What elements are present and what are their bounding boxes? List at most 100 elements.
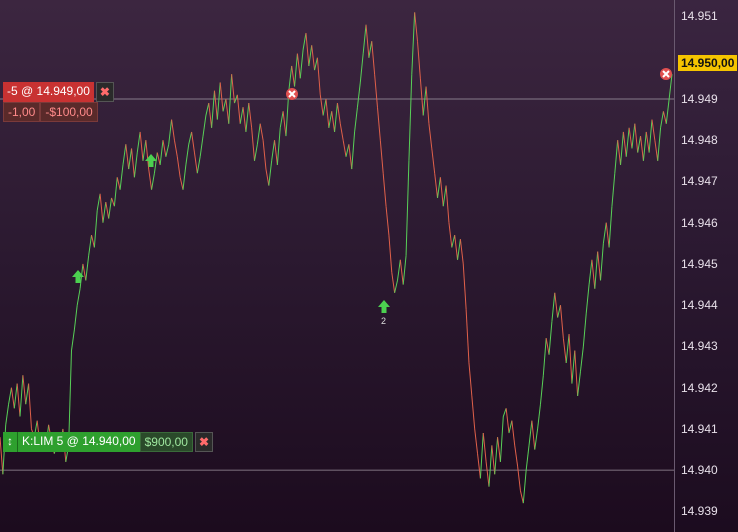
price-segment	[159, 140, 164, 166]
price-segment	[219, 82, 224, 112]
price-segment	[10, 387, 15, 409]
price-segment	[665, 98, 670, 124]
up-down-arrow-icon[interactable]: ↕	[3, 432, 18, 452]
price-segment	[113, 177, 118, 207]
price-segment	[8, 387, 12, 405]
price-segment	[191, 131, 195, 153]
price-segment	[557, 305, 561, 318]
price-segment	[602, 222, 607, 244]
price-segment	[262, 140, 267, 170]
price-segment	[316, 57, 321, 95]
price-segment	[171, 119, 175, 141]
price-segment	[519, 490, 524, 504]
price-segment	[600, 243, 604, 281]
trading-chart[interactable]: 14.951 14.949 14.948 14.947 14.946 14.945 14.9…	[0, 0, 738, 532]
price-segment	[528, 420, 533, 446]
price-segment	[514, 445, 519, 467]
price-segment	[442, 185, 447, 207]
long-order-tag[interactable]: ↕ K:LIM 5 @ 14.940,00 $900,00 ✖	[3, 432, 213, 452]
price-segment	[288, 65, 293, 91]
close-icon[interactable]: ✖	[194, 432, 213, 452]
price-segment	[505, 408, 510, 434]
price-segment	[414, 12, 418, 42]
price-segment	[208, 103, 213, 128]
price-segment	[371, 41, 376, 75]
price-segment	[122, 144, 127, 166]
price-segment	[551, 292, 556, 322]
price-segment	[416, 41, 421, 79]
price-segment	[548, 321, 553, 355]
price-segment	[574, 350, 579, 396]
price-segment	[251, 127, 256, 161]
price-segment	[517, 465, 521, 491]
price-segment	[497, 437, 501, 462]
price-segment	[265, 168, 270, 186]
price-segment	[608, 206, 613, 248]
price-segment	[605, 222, 610, 248]
price-segment	[408, 74, 413, 161]
price-segment	[142, 140, 147, 161]
price-segment	[637, 136, 642, 153]
price-segment	[222, 98, 227, 112]
price-segment	[422, 86, 427, 116]
price-segment	[99, 193, 104, 223]
price-tick-label: 14.939	[681, 504, 718, 519]
price-segment	[13, 383, 18, 409]
price-segment	[345, 144, 350, 157]
price-segment	[70, 329, 75, 351]
price-tick-label: 14.940	[681, 463, 718, 478]
price-segment	[362, 24, 367, 54]
price-segment	[339, 123, 344, 141]
price-segment	[499, 416, 504, 462]
price-segment	[485, 461, 490, 487]
price-segment	[474, 428, 479, 454]
price-segment	[611, 173, 616, 207]
price-segment	[202, 115, 207, 137]
price-segment	[193, 152, 198, 174]
price-segment	[225, 98, 230, 124]
price-segment	[471, 395, 476, 429]
price-segment	[245, 103, 250, 133]
price-segment	[334, 103, 338, 133]
short-order-pnl-value: -$100,00	[40, 102, 98, 122]
price-segment	[479, 432, 484, 479]
price-chart[interactable]	[0, 0, 674, 532]
price-tick-label: 14.942	[681, 380, 718, 395]
price-segment	[308, 45, 313, 67]
price-segment	[577, 371, 581, 396]
price-tick-label: 14.945	[681, 256, 718, 271]
price-segment	[419, 78, 424, 116]
price-segment	[254, 144, 258, 161]
price-segment	[102, 202, 107, 223]
price-segment	[628, 127, 633, 149]
price-segment	[196, 156, 201, 174]
price-segment	[542, 338, 547, 376]
price-tick-label: 14.947	[681, 174, 718, 189]
entry-count-label: 2	[381, 316, 387, 326]
close-icon[interactable]: ✖	[95, 82, 114, 102]
price-segment	[25, 383, 30, 405]
price-segment	[525, 445, 530, 471]
price-segment	[348, 144, 353, 170]
long-order-label[interactable]: K:LIM 5 @ 14.940,00	[18, 432, 140, 452]
price-segment	[22, 375, 27, 405]
price-segment	[531, 420, 536, 450]
price-segment	[128, 148, 133, 170]
price-segment	[182, 164, 187, 190]
price-segment	[271, 140, 276, 161]
price-segment	[205, 102, 210, 116]
short-order-pnl-points: -1,00	[3, 102, 41, 122]
price-tick-label: 14.949	[681, 91, 718, 106]
price-segment	[568, 334, 573, 384]
short-order-label[interactable]: -5 @ 14.949,00	[3, 82, 94, 102]
price-segment	[640, 136, 644, 161]
price-segment	[248, 103, 253, 128]
price-segment	[445, 185, 450, 223]
short-order-tag[interactable]: -5 @ 14.949,00 ✖	[3, 82, 114, 102]
price-segment	[328, 111, 333, 128]
price-segment	[537, 404, 541, 429]
price-segment	[162, 140, 167, 157]
price-segment	[199, 136, 204, 157]
price-segment	[185, 144, 190, 166]
price-segment	[396, 259, 401, 281]
